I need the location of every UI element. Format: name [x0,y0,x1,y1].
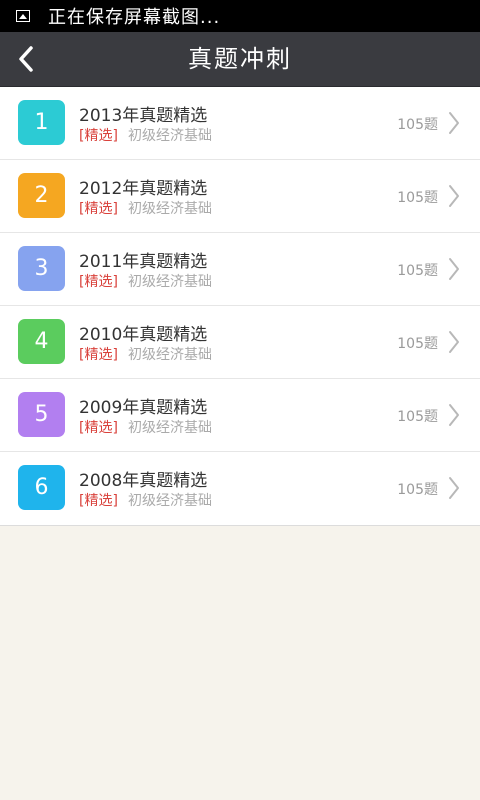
item-title: 2010年真题精选 [79,325,208,345]
chevron-right-icon [449,331,459,353]
item-subject: 初级经济基础 [128,493,212,509]
featured-tag: [精选] [79,128,118,144]
screenshot-image-icon [16,10,30,22]
item-subject: 初级经济基础 [128,420,212,436]
item-title: 2013年真题精选 [79,106,208,126]
page-title: 真题冲刺 [188,45,292,73]
header-bar: 真题冲刺 [0,32,480,87]
number-badge: 5 [18,392,65,437]
number-badge: 2 [18,173,65,218]
number-badge: 3 [18,246,65,291]
chevron-right-icon [449,185,459,207]
item-title: 2008年真题精选 [79,471,208,491]
number-badge: 4 [18,319,65,364]
featured-tag: [精选] [79,493,118,509]
item-subject: 初级经济基础 [128,347,212,363]
number-badge: 1 [18,100,65,145]
item-subject: 初级经济基础 [128,128,212,144]
item-subject: 初级经济基础 [128,201,212,217]
question-count: 105题 [397,336,438,352]
question-count: 105题 [397,190,438,206]
list-item[interactable]: 4 2010年真题精选 [精选] 初级经济基础 105题 [0,306,480,379]
exam-list: 1 2013年真题精选 [精选] 初级经济基础 105题 2 2012年真题精选… [0,87,480,526]
item-title: 2009年真题精选 [79,398,208,418]
list-item[interactable]: 5 2009年真题精选 [精选] 初级经济基础 105题 [0,379,480,452]
featured-tag: [精选] [79,420,118,436]
list-item[interactable]: 1 2013年真题精选 [精选] 初级经济基础 105题 [0,87,480,160]
status-bar: 正在保存屏幕截图... [0,0,480,32]
list-item[interactable]: 6 2008年真题精选 [精选] 初级经济基础 105题 [0,452,480,525]
list-item[interactable]: 3 2011年真题精选 [精选] 初级经济基础 105题 [0,233,480,306]
item-subject: 初级经济基础 [128,274,212,290]
question-count: 105题 [397,482,438,498]
status-text: 正在保存屏幕截图... [48,7,221,28]
chevron-right-icon [449,258,459,280]
chevron-right-icon [449,404,459,426]
featured-tag: [精选] [79,274,118,290]
chevron-right-icon [449,112,459,134]
item-title: 2012年真题精选 [79,179,208,199]
question-count: 105题 [397,409,438,425]
question-count: 105题 [397,263,438,279]
list-item[interactable]: 2 2012年真题精选 [精选] 初级经济基础 105题 [0,160,480,233]
number-badge: 6 [18,465,65,510]
featured-tag: [精选] [79,347,118,363]
chevron-right-icon [449,477,459,499]
featured-tag: [精选] [79,201,118,217]
question-count: 105题 [397,117,438,133]
item-title: 2011年真题精选 [79,252,208,272]
